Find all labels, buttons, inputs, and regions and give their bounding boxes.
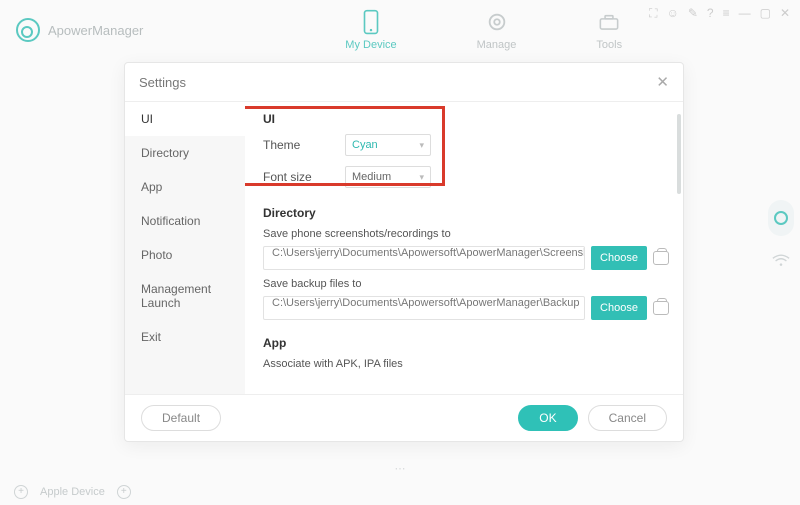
cancel-button[interactable]: Cancel	[588, 405, 667, 431]
backup-path-input[interactable]: C:\Users\jerry\Documents\Apowersoft\Apow…	[263, 296, 585, 320]
wifi-icon[interactable]	[772, 254, 790, 268]
menu-icon[interactable]: ≡	[723, 6, 730, 21]
feedback-icon[interactable]: ✎	[688, 6, 698, 21]
choose-screenshots-button[interactable]: Choose	[591, 246, 647, 270]
connect-phone-icon[interactable]	[768, 200, 794, 236]
highlight-box	[245, 106, 445, 186]
scrollbar[interactable]	[677, 114, 681, 194]
ok-button[interactable]: OK	[518, 405, 577, 431]
nav-my-device[interactable]: My Device	[345, 9, 396, 51]
window-controls: ⛶ ☺ ✎ ? ≡ — ▢ ✕	[649, 6, 790, 21]
minimize-icon[interactable]: —	[739, 6, 751, 21]
settings-sidebar: UI Directory App Notification Photo Mana…	[125, 102, 245, 394]
sidebar-item-photo[interactable]: Photo	[125, 238, 245, 272]
app-heading: App	[263, 336, 669, 350]
sidebar-item-app[interactable]: App	[125, 170, 245, 204]
open-folder-icon[interactable]	[653, 251, 669, 265]
add-device-icon[interactable]: +	[14, 485, 28, 499]
screenshots-path-label: Save phone screenshots/recordings to	[263, 228, 669, 240]
nav-label: Tools	[596, 39, 622, 51]
dialog-footer: Default OK Cancel	[125, 394, 683, 441]
sidebar-item-directory[interactable]: Directory	[125, 136, 245, 170]
gear-icon	[486, 9, 508, 35]
nav-label: My Device	[345, 39, 396, 51]
screenshots-path-input[interactable]: C:\Users\jerry\Documents\Apowersoft\Apow…	[263, 246, 585, 270]
close-window-icon[interactable]: ✕	[780, 6, 790, 21]
maximize-icon[interactable]: ▢	[760, 6, 771, 21]
add-icon[interactable]: +	[117, 485, 131, 499]
user-icon[interactable]: ☺	[667, 6, 679, 21]
sidebar-item-management-launch[interactable]: Management Launch	[125, 272, 245, 320]
phone-icon	[360, 9, 382, 35]
close-icon[interactable]: ✕	[656, 73, 669, 91]
logo-icon	[16, 18, 40, 42]
directory-heading: Directory	[263, 206, 669, 220]
app-logo: ApowerManager	[16, 18, 143, 42]
open-folder-icon[interactable]	[653, 301, 669, 315]
backup-path-label: Save backup files to	[263, 278, 669, 290]
settings-dialog: Settings ✕ UI Directory App Notification…	[124, 62, 684, 442]
device-name: Apple Device	[40, 486, 105, 498]
cart-icon[interactable]: ⛶	[649, 6, 657, 21]
settings-content: UI Theme Cyan ▾ Font size Medium ▾ Direc…	[245, 102, 683, 394]
status-bar: + Apple Device +	[14, 485, 131, 499]
app-name: ApowerManager	[48, 23, 143, 38]
associate-files-label: Associate with APK, IPA files	[263, 358, 669, 370]
sidebar-item-notification[interactable]: Notification	[125, 204, 245, 238]
default-button[interactable]: Default	[141, 405, 221, 431]
dialog-title: Settings	[139, 75, 186, 90]
sidebar-item-exit[interactable]: Exit	[125, 320, 245, 354]
background-text: ⋯	[0, 462, 800, 475]
help-icon[interactable]: ?	[707, 6, 714, 21]
side-dock	[768, 200, 794, 268]
nav-tools[interactable]: Tools	[596, 9, 622, 51]
nav-label: Manage	[477, 39, 517, 51]
nav-manage[interactable]: Manage	[477, 9, 517, 51]
choose-backup-button[interactable]: Choose	[591, 296, 647, 320]
dialog-header: Settings ✕	[125, 63, 683, 102]
toolbox-icon	[598, 9, 620, 35]
sidebar-item-ui[interactable]: UI	[125, 102, 245, 136]
